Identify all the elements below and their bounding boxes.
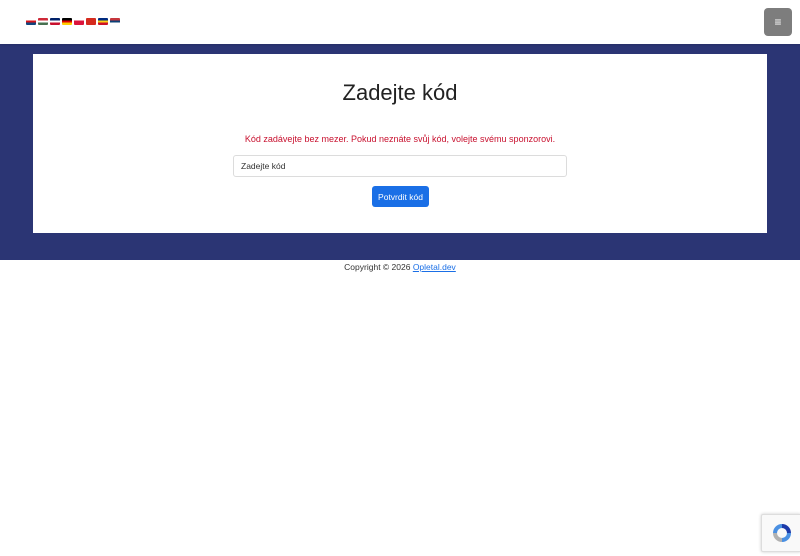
rs-flag-icon[interactable] <box>110 18 120 25</box>
cz-flag-icon[interactable] <box>26 18 36 25</box>
footer: Copyright © 2026 Opletal.dev <box>0 262 800 272</box>
code-input[interactable] <box>233 155 567 177</box>
ro-flag-icon[interactable] <box>98 18 108 25</box>
hu-flag-icon[interactable] <box>38 18 48 25</box>
pl-flag-icon[interactable] <box>74 18 84 25</box>
de-flag-icon[interactable] <box>62 18 72 25</box>
copyright-text: Copyright © 2026 <box>344 262 413 272</box>
top-navbar: ≡ <box>0 0 800 44</box>
submit-code-button[interactable]: Potvrdit kód <box>372 186 429 207</box>
recaptcha-badge[interactable] <box>761 514 800 552</box>
footer-link[interactable]: Opletal.dev <box>413 262 456 272</box>
page-title: Zadejte kód <box>342 80 458 105</box>
gb-flag-icon[interactable] <box>50 18 60 25</box>
ch-flag-icon[interactable] <box>86 18 96 25</box>
recaptcha-icon <box>772 524 791 542</box>
hint-text: Kód zadávejte bez mezer. Pokud neznáte s… <box>244 134 556 144</box>
hamburger-icon: ≡ <box>774 15 782 29</box>
menu-toggle-button[interactable]: ≡ <box>764 8 792 36</box>
language-switcher <box>26 18 120 25</box>
